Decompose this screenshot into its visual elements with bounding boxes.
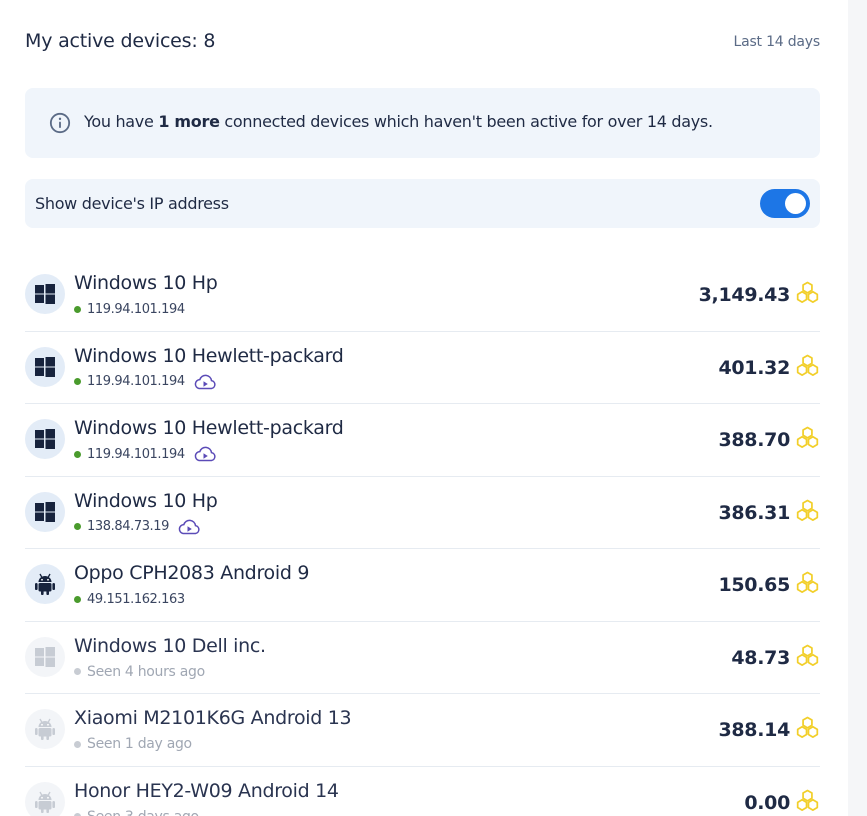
devices-panel: My active devices: 8 Last 14 days You ha…	[0, 0, 848, 816]
honeygain-icon	[796, 716, 819, 739]
device-last-seen: Seen 3 days ago	[87, 809, 199, 816]
online-status-dot	[74, 378, 81, 385]
windows-icon	[35, 646, 55, 667]
device-status: 119.94.101.194	[74, 300, 185, 318]
honeygain-icon	[796, 499, 819, 521]
device-row[interactable]: Windows 10 Hewlett-packard 119.94.101.19…	[25, 332, 820, 404]
cloud-play-icon	[194, 374, 216, 389]
device-avatar	[25, 564, 65, 604]
windows-icon	[35, 429, 55, 449]
device-name: Windows 10 Hewlett-packard	[74, 417, 344, 439]
device-earnings: 3,149.43	[698, 284, 791, 306]
device-status: 119.94.101.194	[74, 445, 217, 463]
device-row[interactable]: Windows 10 Hewlett-packard 119.94.101.19…	[25, 404, 820, 477]
inactive-devices-notice: You have 1 more connected devices which …	[25, 88, 820, 158]
device-last-seen: Seen 1 day ago	[87, 736, 192, 752]
device-ip: 138.84.73.19	[87, 519, 170, 534]
devices-header: My active devices: 8 Last 14 days	[25, 30, 820, 58]
device-earnings: 0.00	[744, 791, 790, 814]
notice-text: You have 1 more connected devices which …	[84, 112, 713, 131]
device-avatar	[25, 346, 65, 387]
period-label: Last 14 days	[733, 34, 820, 50]
device-avatar	[25, 274, 65, 314]
device-earnings: 401.32	[718, 356, 790, 379]
device-status: 49.151.162.163	[74, 590, 185, 608]
notice-suffix: connected devices which haven't been act…	[219, 112, 713, 131]
windows-icon	[35, 501, 55, 522]
device-avatar	[25, 709, 65, 749]
device-name: Honor HEY2-W09 Android 14	[74, 779, 339, 802]
device-row[interactable]: Xiaomi M2101K6G Android 13 Seen 1 day ag…	[25, 694, 820, 767]
device-name: Windows 10 Dell inc.	[74, 634, 266, 657]
info-icon	[49, 112, 71, 134]
honeygain-icon	[796, 571, 819, 594]
device-list: Windows 10 Hp 119.94.101.194 3,149.43 Wi…	[25, 259, 820, 816]
device-earnings: 388.14	[718, 719, 790, 741]
android-icon	[35, 791, 55, 813]
device-ip: 119.94.101.194	[87, 374, 185, 389]
android-icon	[35, 718, 55, 740]
device-earnings: 386.31	[718, 501, 790, 524]
device-avatar	[25, 781, 65, 816]
honeygain-icon	[796, 354, 819, 376]
device-avatar	[25, 419, 65, 459]
device-status: Seen 1 day ago	[74, 735, 192, 753]
page-title: My active devices: 8	[25, 30, 216, 52]
device-earnings: 388.70	[718, 429, 790, 451]
device-name: Xiaomi M2101K6G Android 13	[74, 707, 352, 729]
honeygain-icon	[796, 281, 819, 304]
online-status-dot	[74, 523, 81, 530]
offline-status-dot	[74, 668, 81, 675]
android-icon	[35, 573, 55, 595]
online-status-dot	[74, 595, 81, 603]
offline-status-dot	[74, 740, 81, 748]
ip-toggle-switch[interactable]	[760, 189, 810, 218]
device-ip: 119.94.101.194	[87, 301, 185, 317]
online-status-dot	[74, 450, 81, 458]
device-row[interactable]: Windows 10 Dell inc. Seen 4 hours ago 48…	[25, 622, 820, 694]
device-ip: 49.151.162.163	[87, 591, 185, 607]
ip-toggle-row: Show device's IP address	[25, 179, 820, 228]
device-status: Seen 4 hours ago	[74, 663, 205, 681]
device-earnings: 150.65	[718, 574, 790, 596]
device-row[interactable]: Oppo CPH2083 Android 9 49.151.162.163 15…	[25, 549, 820, 622]
ip-toggle-label: Show device's IP address	[35, 194, 229, 213]
scroll-gutter	[848, 0, 867, 816]
device-name: Oppo CPH2083 Android 9	[74, 562, 310, 584]
online-status-dot	[74, 305, 81, 313]
device-avatar	[25, 636, 65, 677]
toggle-knob	[785, 193, 806, 214]
windows-icon	[35, 284, 55, 304]
cloud-play-icon	[178, 519, 200, 534]
device-name: Windows 10 Hewlett-packard	[74, 344, 344, 367]
notice-prefix: You have	[84, 112, 159, 131]
device-last-seen: Seen 4 hours ago	[87, 663, 205, 680]
honeygain-icon	[796, 789, 819, 811]
device-name: Windows 10 Hp	[74, 489, 218, 512]
notice-highlight: 1 more	[158, 112, 220, 131]
honeygain-icon	[796, 644, 819, 666]
device-avatar	[25, 491, 65, 532]
windows-icon	[35, 356, 55, 377]
device-row[interactable]: Honor HEY2-W09 Android 14 Seen 3 days ag…	[25, 767, 820, 816]
cloud-play-icon	[194, 446, 216, 462]
device-earnings: 48.73	[731, 646, 790, 669]
device-row[interactable]: Windows 10 Hp 138.84.73.19 386.31	[25, 477, 820, 549]
device-status: 138.84.73.19	[74, 518, 201, 536]
device-ip: 119.94.101.194	[87, 446, 185, 462]
honeygain-icon	[796, 426, 819, 449]
device-row[interactable]: Windows 10 Hp 119.94.101.194 3,149.43	[25, 259, 820, 332]
device-status: Seen 3 days ago	[74, 808, 199, 816]
device-name: Windows 10 Hp	[74, 272, 218, 294]
device-status: 119.94.101.194	[74, 373, 217, 391]
